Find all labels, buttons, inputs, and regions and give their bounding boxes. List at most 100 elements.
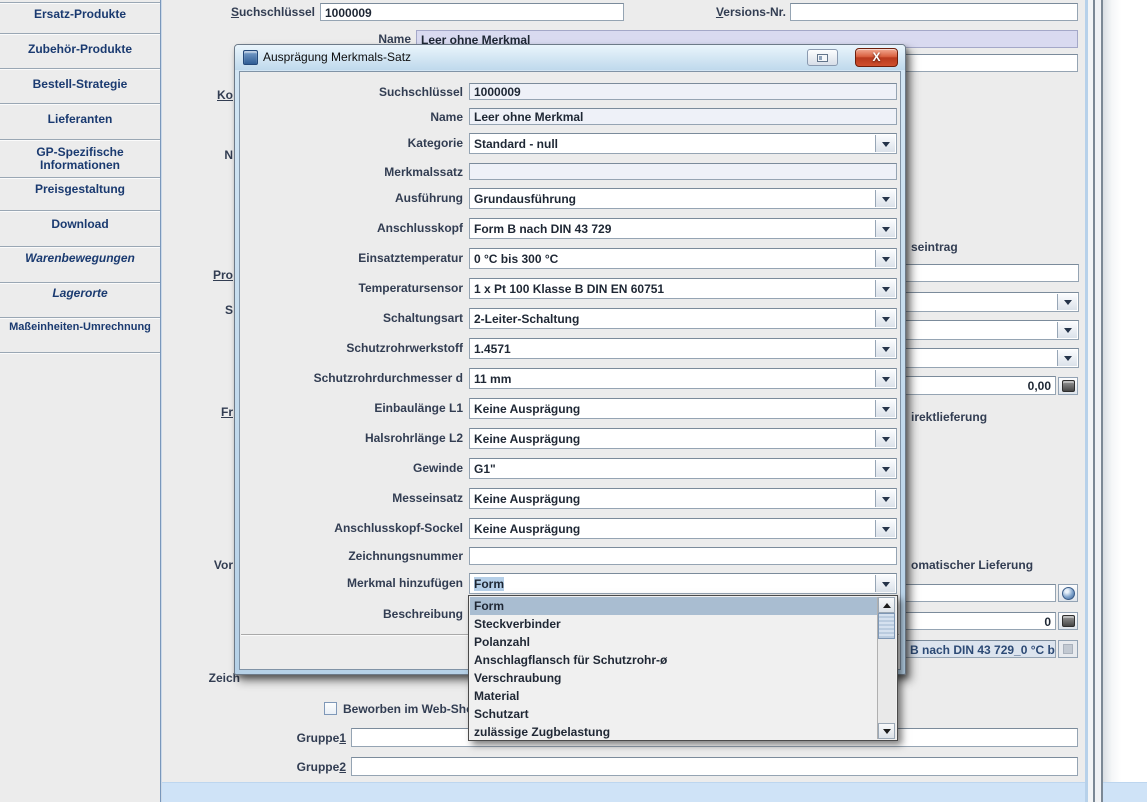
window-border-line2 [1101, 0, 1103, 802]
dlg-name-label: Name [430, 110, 463, 124]
versions-nr-input[interactable] [790, 3, 1078, 21]
dlg-gewinde-combobox[interactable]: G1" [469, 458, 897, 479]
right-input-top[interactable] [905, 54, 1078, 72]
scroll-down-button[interactable] [878, 723, 895, 739]
sidebar-item-bestell-strategie[interactable]: Bestell-Strategie [0, 77, 160, 91]
dropdown-option-polanzahl[interactable]: Polanzahl [470, 633, 879, 651]
dlg-merkmal-hinzufuegen-value: Form [474, 577, 504, 591]
dlg-anschlusskopf-value: Form B nach DIN 43 729 [474, 222, 611, 236]
arrow-up-icon [883, 599, 891, 608]
sidebar-divider [0, 317, 160, 318]
dlg-anschlusskopf-sockel-combobox[interactable]: Keine Ausprägung [469, 518, 897, 539]
dlg-schaltungsart-combobox[interactable]: 2-Leiter-Schaltung [469, 308, 897, 329]
right-combobox-3[interactable] [905, 348, 1079, 368]
zero-input[interactable]: 0 [905, 612, 1056, 630]
dropdown-option-form[interactable]: Form [470, 597, 879, 615]
dlg-halsrohrlaenge-label: Halsrohrlänge L2 [365, 431, 463, 445]
dlg-zeichnungsnummer-input[interactable] [469, 547, 897, 565]
pro-label-fragment: Pro [213, 268, 233, 282]
restore-window-button[interactable] [807, 49, 838, 66]
suchschluessel-input[interactable]: 1000009 [320, 3, 624, 21]
sidebar-divider [0, 68, 160, 69]
gruppe1-label-pre: Gruppe [297, 731, 340, 745]
dlg-ausfuehrung-combobox[interactable]: Grundausführung [469, 188, 897, 209]
calculator-button-2[interactable] [1058, 612, 1078, 630]
dlg-schutzrohrwerkstoff-label: Schutzrohrwerkstoff [346, 341, 463, 355]
dlg-schutzrohrwerkstoff-combobox[interactable]: 1.4571 [469, 338, 897, 359]
chevron-down-icon [875, 460, 895, 477]
sidebar-item-lagerorte[interactable]: Lagerorte [0, 286, 160, 300]
calculator-button[interactable] [1058, 377, 1078, 395]
sidebar-item-gp-spezifische-informationen[interactable]: GP-Spezifische Informationen [10, 146, 150, 172]
dlg-name-value: Leer ohne Merkmal [470, 109, 896, 124]
dropdown-option-anschlagflansch[interactable]: Anschlagflansch für Schutzrohr-ø [470, 651, 879, 669]
seintrag-label-fragment: seintrag [911, 240, 958, 254]
sidebar-divider [0, 2, 160, 3]
dlg-schutzrohrdurchmesser-combobox[interactable]: 11 mm [469, 368, 897, 389]
bottom-band [162, 782, 1147, 802]
suchschluessel-label: Suchschlüssel [231, 5, 315, 19]
merkmal-dropdown-list: Form Steckverbinder Polanzahl Anschlagfl… [468, 595, 898, 741]
restore-window-icon [817, 54, 828, 62]
vor-label-fragment: Vor [214, 558, 233, 572]
dlg-messeinsatz-label: Messeinsatz [392, 491, 463, 505]
dropdown-option-steckverbinder[interactable]: Steckverbinder [470, 615, 879, 633]
sidebar-item-preisgestaltung[interactable]: Preisgestaltung [0, 182, 160, 196]
dlg-halsrohrlaenge-value: Keine Ausprägung [474, 432, 580, 446]
web-link-input[interactable] [905, 584, 1056, 602]
sidebar-item-ersatz-produkte[interactable]: Ersatz-Produkte [0, 7, 160, 21]
dlg-einbaulaenge-combobox[interactable]: Keine Ausprägung [469, 398, 897, 419]
dlg-einbaulaenge-value: Keine Ausprägung [474, 402, 580, 416]
right-combobox-1[interactable] [905, 292, 1079, 312]
disabled-square-icon [1063, 644, 1073, 654]
dlg-schaltungsart-value: 2-Leiter-Schaltung [474, 312, 579, 326]
dlg-einsatztemperatur-combobox[interactable]: 0 °C bis 300 °C [469, 248, 897, 269]
amount-input[interactable]: 0,00 [905, 376, 1056, 395]
right-input-2[interactable] [905, 264, 1079, 282]
dropdown-scrollbar[interactable] [877, 597, 896, 739]
dropdown-option-zulaessige-zugbelastung[interactable]: zulässige Zugbelastung [470, 723, 879, 741]
gruppe2-label: Gruppe2 [297, 760, 346, 774]
scrollbar-thumb[interactable] [878, 613, 895, 639]
right-combobox-2[interactable] [905, 320, 1079, 340]
dlg-merkmal-hinzufuegen-combobox[interactable]: Form [469, 573, 897, 594]
suchschluessel-label-rest: uchschlüssel [239, 5, 315, 19]
dlg-kategorie-label: Kategorie [408, 136, 463, 150]
dlg-gewinde-label: Gewinde [413, 461, 463, 475]
close-button[interactable]: X [855, 48, 898, 67]
sidebar-item-download[interactable]: Download [0, 217, 160, 231]
sidebar: Ersatz-Produkte Zubehör-Produkte Bestell… [0, 0, 160, 802]
dlg-temperatursensor-combobox[interactable]: 1 x Pt 100 Klasse B DIN EN 60751 [469, 278, 897, 299]
sidebar-item-masseinheiten-umrechnung[interactable]: Maßeinheiten-Umrechnung [0, 321, 160, 333]
dialog-title: Ausprägung Merkmals-Satz [263, 50, 411, 64]
dropdown-option-material[interactable]: Material [470, 687, 879, 705]
dlg-zeichnungsnummer-label: Zeichnungsnummer [348, 549, 463, 563]
dlg-anschlusskopf-combobox[interactable]: Form B nach DIN 43 729 [469, 218, 897, 239]
dlg-merkmalssatz-label: Merkmalssatz [384, 165, 463, 179]
sidebar-border-highlight [161, 0, 162, 802]
dropdown-option-schutzart[interactable]: Schutzart [470, 705, 879, 723]
sidebar-divider [0, 282, 160, 283]
s-label-fragment: S [225, 303, 233, 317]
sidebar-divider [0, 33, 160, 34]
sidebar-item-zubehoer-produkte[interactable]: Zubehör-Produkte [0, 42, 160, 56]
dlg-halsrohrlaenge-combobox[interactable]: Keine Ausprägung [469, 428, 897, 449]
globe-button[interactable] [1058, 584, 1078, 602]
dropdown-option-verschraubung[interactable]: Verschraubung [470, 669, 879, 687]
suchschluessel-value: 1000009 [321, 4, 623, 20]
dlg-kategorie-combobox[interactable]: Standard - null [469, 133, 897, 154]
gruppe1-mnemonic: 1 [339, 731, 346, 745]
webshop-checkbox[interactable] [324, 702, 337, 715]
chevron-down-icon [875, 430, 895, 447]
dlg-ausfuehrung-value: Grundausführung [474, 192, 576, 206]
gruppe2-input[interactable] [351, 757, 1078, 776]
sidebar-item-lieferanten[interactable]: Lieferanten [0, 112, 160, 126]
dlg-kategorie-value: Standard - null [474, 137, 558, 151]
dlg-anschlusskopf-sockel-label: Anschlusskopf-Sockel [334, 521, 463, 535]
dlg-messeinsatz-combobox[interactable]: Keine Ausprägung [469, 488, 897, 509]
scroll-up-button[interactable] [878, 597, 895, 613]
gruppe1-label: Gruppe1 [297, 731, 346, 745]
sidebar-item-warenbewegungen[interactable]: Warenbewegungen [0, 251, 160, 265]
dialog-titlebar[interactable]: Ausprägung Merkmals-Satz X [235, 45, 905, 70]
amount-value: 0,00 [906, 377, 1055, 393]
